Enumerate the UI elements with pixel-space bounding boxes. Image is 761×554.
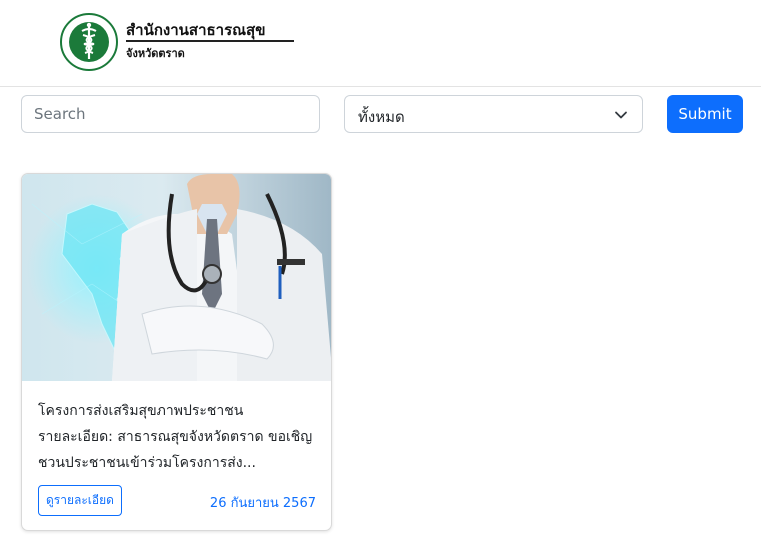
- news-card: โครงการส่งเสริมสุขภาพประชาชน รายละเอียด:…: [21, 173, 332, 531]
- chevron-down-icon: [615, 111, 627, 119]
- site-header: สำนักงานสาธารณสุข จังหวัดตราด: [0, 0, 761, 87]
- card-image-doctor[interactable]: [22, 174, 332, 381]
- card-title: โครงการส่งเสริมสุขภาพประชาชน: [38, 403, 244, 419]
- org-name-underline: [126, 40, 294, 42]
- org-name: สำนักงานสาธารณสุข: [126, 21, 266, 39]
- card-date: 26 กันยายน 2567: [209, 496, 316, 511]
- view-detail-button[interactable]: ดูรายละเอียด: [38, 485, 122, 516]
- card-description: รายละเอียด: สาธารณสุขจังหวัดตราด ขอเชิญช…: [38, 429, 313, 471]
- moph-seal-icon[interactable]: [60, 13, 118, 71]
- org-province: จังหวัดตราด: [126, 47, 185, 60]
- search-input[interactable]: [21, 95, 320, 133]
- category-selected-value: ทั้งหมด: [358, 108, 405, 126]
- submit-button[interactable]: Submit: [667, 95, 743, 133]
- category-select[interactable]: ทั้งหมด: [344, 95, 643, 133]
